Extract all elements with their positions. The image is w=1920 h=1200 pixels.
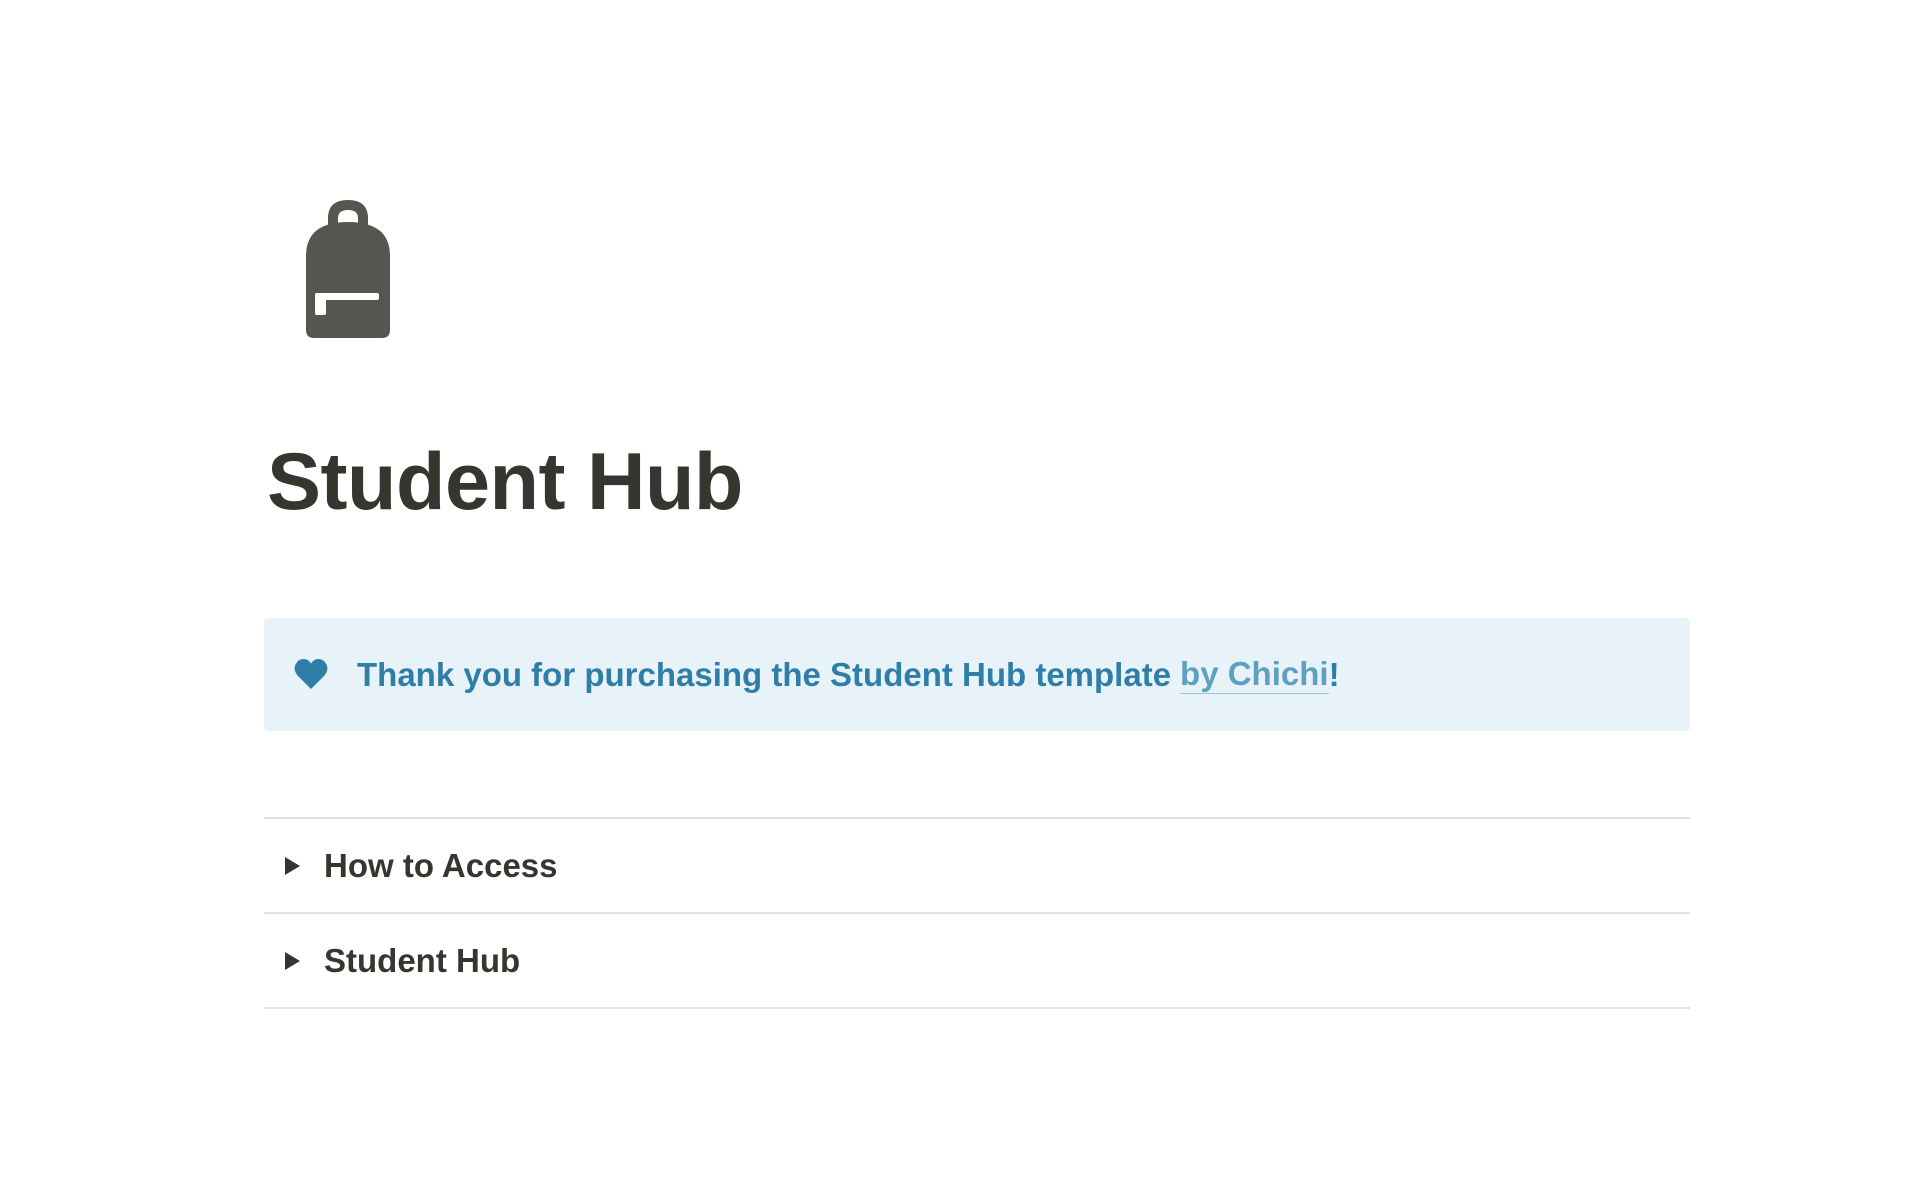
toggle-student-hub[interactable]: Student Hub — [264, 914, 1690, 1009]
toggle-label: How to Access — [324, 846, 558, 884]
page-title[interactable]: Student Hub — [267, 432, 743, 532]
toggle-how-to-access[interactable]: How to Access — [264, 819, 1690, 914]
heart-icon[interactable] — [294, 658, 328, 690]
author-link[interactable]: by Chichi — [1180, 655, 1329, 694]
backpack-icon[interactable] — [302, 196, 394, 342]
toggle-label: Student Hub — [324, 941, 521, 979]
callout-block: Thank you for purchasing the Student Hub… — [264, 618, 1690, 731]
triangle-right-icon[interactable] — [281, 950, 303, 972]
triangle-right-icon[interactable] — [281, 855, 303, 877]
page-content: Student Hub Thank you for purchasing the… — [264, 0, 1690, 1200]
toggle-list: How to Access Student Hub — [264, 817, 1690, 1009]
callout-suffix: ! — [1328, 655, 1340, 693]
callout-message: Thank you for purchasing the Student Hub… — [357, 655, 1172, 693]
callout-text: Thank you for purchasing the Student Hub… — [357, 618, 1340, 731]
